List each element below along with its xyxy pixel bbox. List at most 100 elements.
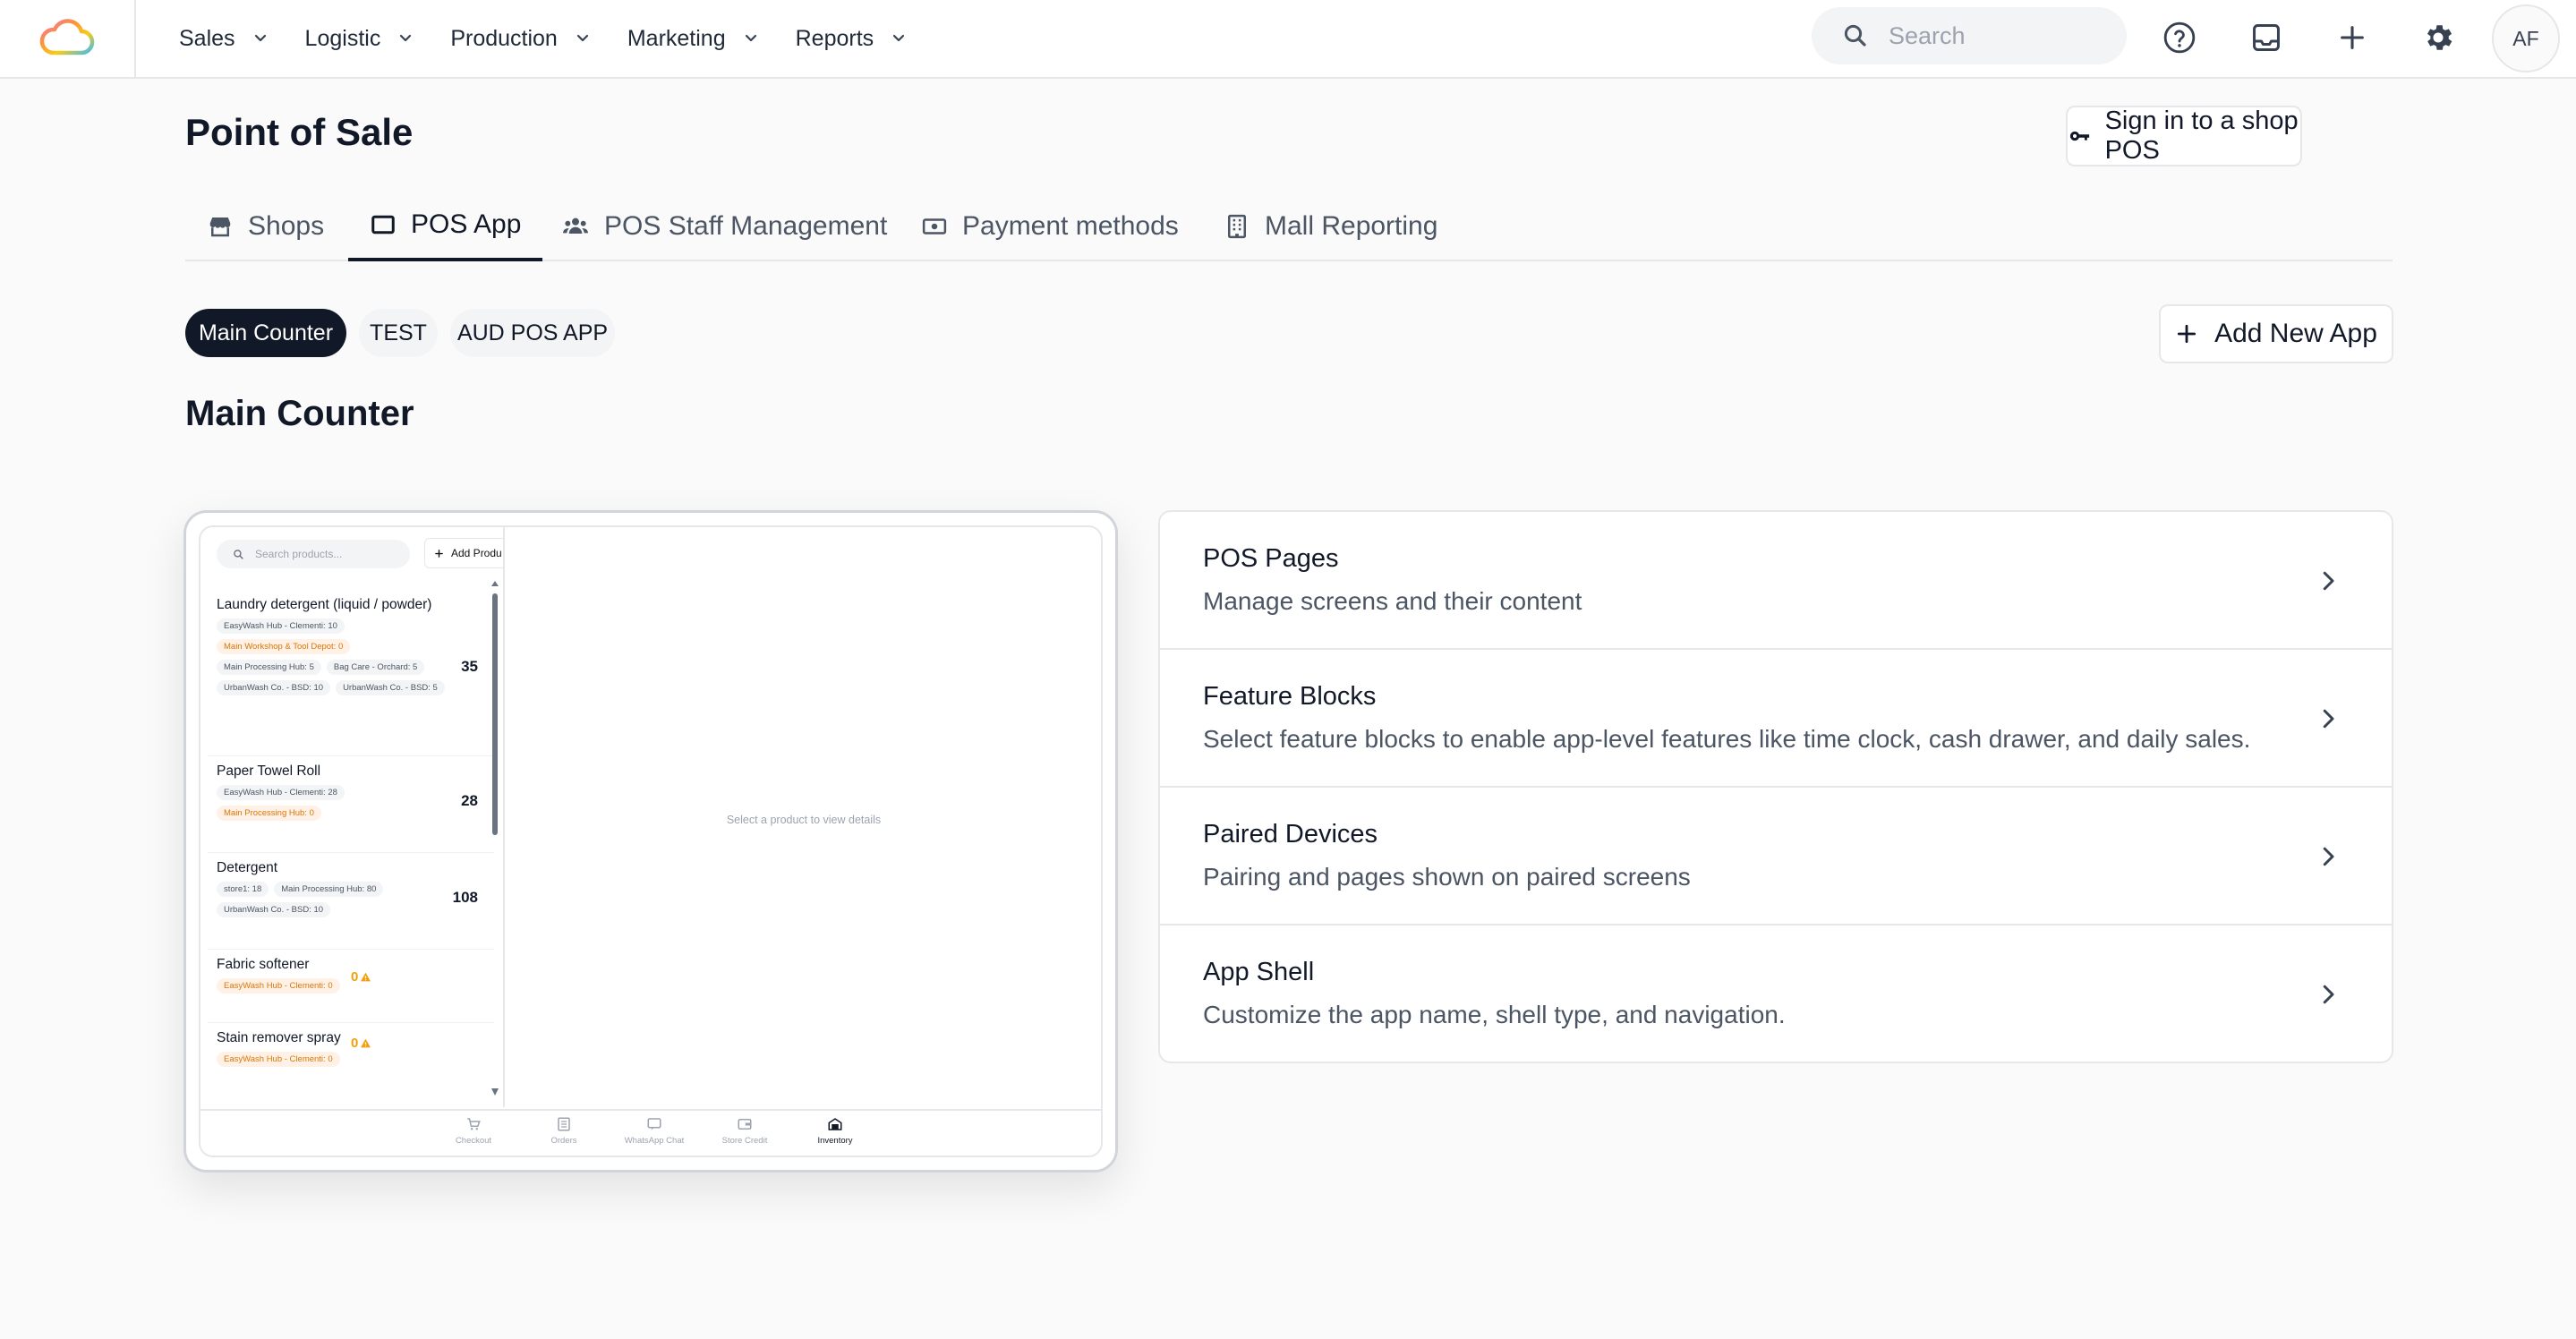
chevron-down-icon (254, 34, 266, 42)
chat-icon (647, 1118, 661, 1130)
tab-mall-reporting-label: Mall Reporting (1265, 211, 1438, 241)
cloud-logo-icon (39, 19, 95, 55)
stock-tag-warning: Main Processing Hub: 0 (217, 806, 321, 821)
nav-sales-label: Sales (179, 25, 235, 51)
stock-tags: EasyWash Hub - Clementi: 0 (217, 1052, 449, 1067)
stock-tag: Bag Care - Orchard: 5 (326, 660, 425, 675)
nav-reports[interactable]: Reports (796, 26, 908, 52)
pos-tabs: Shops POS App POS Staff Management Payme… (185, 192, 2393, 261)
stock-tags: store1: 18 Main Processing Hub: 80 Urban… (217, 882, 449, 917)
app-chip-label: Main Counter (198, 320, 334, 345)
stock-tags: EasyWash Hub - Clementi: 10 Main Worksho… (217, 618, 449, 695)
tab-pos-app[interactable]: POS App (348, 192, 543, 261)
tab-payment-methods-label: Payment methods (962, 211, 1179, 241)
app-logo[interactable] (0, 0, 136, 77)
settings-row-description: Pairing and pages shown on paired screen… (1203, 863, 1691, 891)
warning-icon (361, 1038, 371, 1048)
settings-row-title: Feature Blocks (1203, 682, 1377, 711)
settings-row-title: POS Pages (1203, 544, 1339, 573)
plus-icon (2341, 26, 2364, 49)
stock-tags: EasyWash Hub - Clementi: 0 (217, 978, 449, 994)
user-avatar[interactable]: AF (2492, 4, 2560, 72)
nav-logistic[interactable]: Logistic (305, 26, 415, 52)
stock-tag: EasyWash Hub - Clementi: 10 (217, 618, 345, 634)
product-search-field[interactable]: Search products... (217, 540, 410, 568)
product-quantity: 108 (452, 889, 478, 906)
help-button[interactable] (2160, 18, 2199, 57)
tablet-icon (371, 215, 395, 235)
product-row[interactable]: Paper Towel Roll EasyWash Hub - Clementi… (208, 756, 494, 853)
inventory-icon (828, 1118, 842, 1130)
bottom-nav-label: Orders (550, 1136, 577, 1146)
store-icon (209, 217, 231, 237)
cart-icon (467, 1118, 481, 1130)
plus-icon (2178, 324, 2196, 344)
bottom-nav-checkout[interactable]: Checkout (433, 1116, 514, 1146)
nav-sales[interactable]: Sales (179, 26, 269, 52)
inbox-button[interactable] (2247, 18, 2286, 57)
app-chip-aud-pos-app[interactable]: AUD POS APP (450, 309, 615, 357)
search-icon (1844, 24, 1866, 47)
pos-bottom-navigation: Checkout Orders WhatsApp Chat Store Cred… (200, 1109, 1101, 1156)
orders-icon (558, 1117, 570, 1131)
tab-pos-staff-management[interactable]: POS Staff Management (561, 192, 887, 261)
chevron-right-icon (2323, 985, 2334, 1004)
settings-row-description: Manage screens and their content (1203, 587, 1582, 615)
product-row[interactable]: Detergent store1: 18 Main Processing Hub… (208, 853, 494, 950)
tab-payment-methods[interactable]: Payment methods (921, 192, 1179, 261)
stock-tag: UrbanWash Co. - BSD: 5 (336, 680, 445, 695)
vertical-scrollbar[interactable] (491, 581, 499, 1096)
tab-pos-staff-label: POS Staff Management (604, 211, 888, 241)
app-chip-main-counter[interactable]: Main Counter (185, 309, 346, 357)
product-quantity-low: 0 (351, 969, 371, 985)
product-quantity: 35 (461, 658, 478, 675)
stock-tag: Main Processing Hub: 80 (274, 882, 384, 897)
sign-in-label: Sign in to a shop POS (2104, 107, 2299, 165)
chevron-right-icon (2323, 709, 2334, 729)
nav-logistic-label: Logistic (304, 25, 381, 51)
product-row[interactable]: Fabric softener EasyWash Hub - Clementi:… (208, 950, 494, 1023)
help-icon (2163, 21, 2196, 54)
bottom-nav-inventory[interactable]: Inventory (795, 1116, 875, 1146)
add-product-button[interactable]: Add Produ (424, 538, 503, 568)
inbox-icon (2253, 24, 2280, 51)
stock-tag: Main Processing Hub: 5 (217, 660, 321, 675)
tab-shops[interactable]: Shops (207, 192, 324, 261)
create-button[interactable] (2333, 18, 2372, 57)
product-name: Paper Towel Roll (217, 763, 321, 779)
settings-row-app-shell[interactable]: App Shell Customize the app name, shell … (1160, 925, 2392, 1062)
key-icon (2069, 131, 2090, 141)
avatar-initials: AF (2512, 26, 2539, 50)
bottom-nav-whatsapp-chat[interactable]: WhatsApp Chat (614, 1116, 695, 1146)
settings-row-paired-devices[interactable]: Paired Devices Pairing and pages shown o… (1160, 788, 2392, 925)
wallet-icon (738, 1119, 752, 1130)
search-input[interactable] (1889, 21, 2103, 50)
warning-icon (361, 972, 371, 982)
settings-row-feature-blocks[interactable]: Feature Blocks Select feature blocks to … (1160, 650, 2392, 788)
stock-tags: EasyWash Hub - Clementi: 28 Main Process… (217, 785, 449, 821)
bottom-nav-orders[interactable]: Orders (524, 1116, 604, 1146)
settings-row-pos-pages[interactable]: POS Pages Manage screens and their conte… (1160, 512, 2392, 650)
settings-row-title: App Shell (1203, 958, 1315, 986)
product-row[interactable]: Stain remover spray EasyWash Hub - Cleme… (208, 1023, 494, 1096)
pos-preview-screen: Search products... Add Produ Laundry det… (199, 525, 1103, 1157)
product-row[interactable]: Laundry detergent (liquid / powder) Easy… (208, 590, 494, 756)
stock-tag-warning: EasyWash Hub - Clementi: 0 (217, 978, 340, 994)
nav-reports-label: Reports (795, 25, 874, 51)
search-icon (234, 549, 243, 559)
chevron-down-icon (745, 34, 756, 42)
nav-marketing-label: Marketing (627, 25, 726, 51)
stock-tag: EasyWash Hub - Clementi: 28 (217, 785, 345, 800)
product-quantity: 28 (461, 792, 478, 809)
tab-pos-app-label: POS App (411, 209, 522, 239)
add-new-app-label: Add New App (2214, 319, 2377, 348)
nav-marketing[interactable]: Marketing (627, 26, 760, 52)
add-new-app-button[interactable]: Add New App (2159, 304, 2393, 363)
app-chip-test[interactable]: TEST (359, 309, 438, 357)
sign-in-shop-pos-button[interactable]: Sign in to a shop POS (2066, 106, 2302, 166)
settings-button[interactable] (2418, 18, 2458, 57)
tab-mall-reporting[interactable]: Mall Reporting (1224, 192, 1437, 261)
nav-production[interactable]: Production (450, 26, 592, 52)
stock-tag-warning: EasyWash Hub - Clementi: 0 (217, 1052, 340, 1067)
bottom-nav-store-credit[interactable]: Store Credit (704, 1116, 785, 1146)
